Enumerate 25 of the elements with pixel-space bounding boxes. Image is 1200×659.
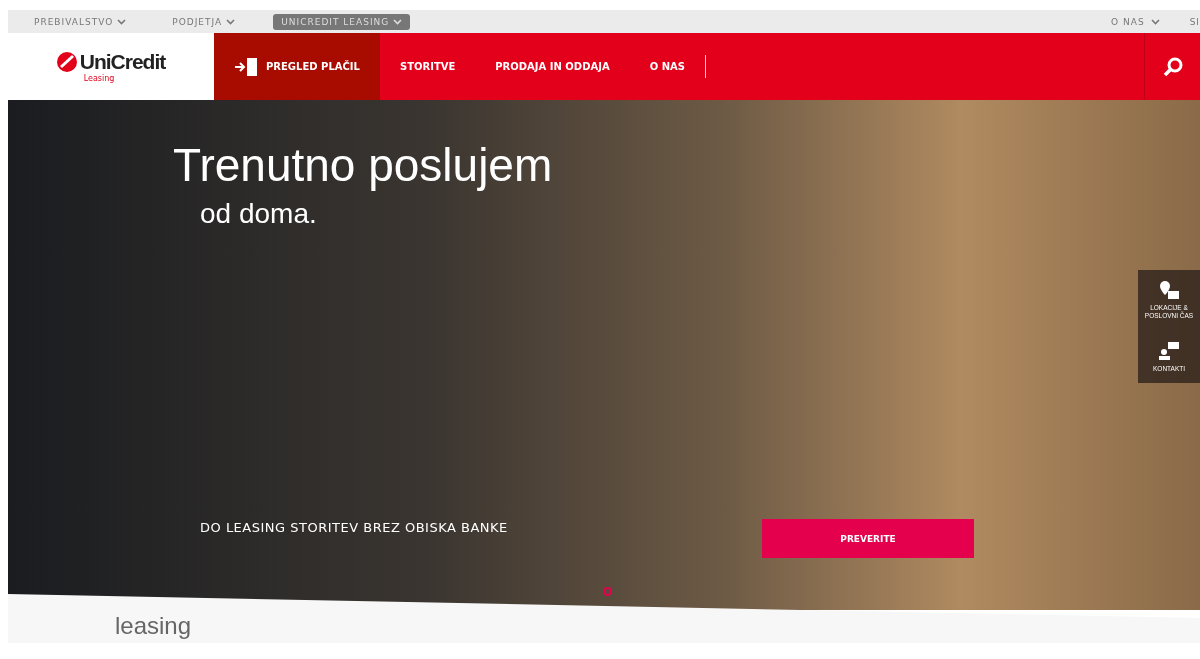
segment-tab[interactable]: PREBIVALSTVO <box>26 13 135 30</box>
check-button[interactable]: PREVERITE <box>762 519 974 558</box>
nav-item[interactable]: PREGLED PLAČIL <box>214 33 380 100</box>
nav-item[interactable]: PRODAJA IN ODDAJA <box>475 33 630 100</box>
login-icon <box>234 56 258 77</box>
top-link[interactable]: SI <box>1189 16 1200 27</box>
top-link[interactable]: O NAS <box>1111 16 1160 27</box>
nav-item[interactable]: STORITVE <box>379 33 476 100</box>
chevron-down-icon <box>226 18 236 25</box>
map-pin-envelope-icon <box>1158 280 1180 300</box>
search-icon <box>1161 55 1184 78</box>
unicredit-logo[interactable]: UniCredit Leasing <box>8 33 214 100</box>
section-heading: leasing <box>115 612 192 640</box>
hero-title: Trenutno poslujem <box>173 138 553 192</box>
chevron-down-icon <box>1150 18 1160 25</box>
nav-item[interactable]: O NAS <box>629 33 705 100</box>
hero-subtitle: od doma. <box>200 198 317 230</box>
chat-person-icon <box>1158 340 1180 361</box>
logo-mark-icon <box>56 52 77 72</box>
chevron-down-icon <box>117 18 127 25</box>
chevron-down-icon <box>393 18 403 25</box>
segment-tab[interactable]: UNICREDIT LEASING <box>273 13 411 30</box>
hero-tagline: DO LEASING STORITEV BREZ OBISKA BANKE <box>200 520 508 535</box>
segment-tab[interactable]: PODJETJA <box>164 13 244 30</box>
carousel-dot[interactable] <box>603 587 612 596</box>
